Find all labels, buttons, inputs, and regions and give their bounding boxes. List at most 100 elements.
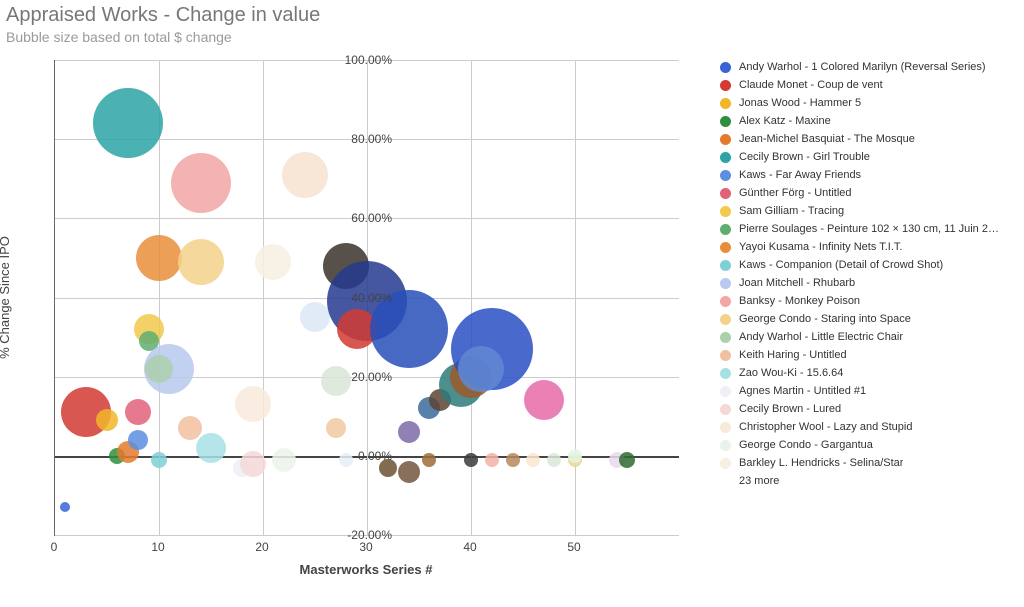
bubble[interactable] bbox=[326, 418, 346, 438]
legend-more[interactable]: 23 more bbox=[739, 476, 1016, 487]
legend: Andy Warhol - 1 Colored Marilyn (Reversa… bbox=[720, 62, 1016, 487]
bubble[interactable] bbox=[272, 448, 296, 472]
chart-subtitle: Bubble size based on total $ change bbox=[6, 29, 320, 45]
chart-page: Appraised Works - Change in value Bubble… bbox=[0, 0, 1024, 607]
legend-item[interactable]: Joan Mitchell - Rhubarb bbox=[720, 278, 1016, 289]
bubble[interactable] bbox=[458, 346, 504, 392]
legend-swatch bbox=[720, 242, 731, 253]
legend-swatch bbox=[720, 116, 731, 127]
legend-label: Andy Warhol - Little Electric Chair bbox=[739, 332, 903, 343]
legend-item[interactable]: Cecily Brown - Girl Trouble bbox=[720, 152, 1016, 163]
bubble[interactable] bbox=[178, 416, 202, 440]
legend-item[interactable]: Cecily Brown - Lured bbox=[720, 404, 1016, 415]
y-axis-label-wrap: % Change Since IPO bbox=[0, 60, 14, 535]
bubble[interactable] bbox=[145, 355, 173, 383]
legend-swatch bbox=[720, 404, 731, 415]
bubble[interactable] bbox=[422, 453, 436, 467]
legend-item[interactable]: Christopher Wool - Lazy and Stupid bbox=[720, 422, 1016, 433]
legend-label: George Condo - Staring into Space bbox=[739, 314, 911, 325]
legend-swatch bbox=[720, 62, 731, 73]
bubble[interactable] bbox=[93, 88, 163, 158]
legend-swatch bbox=[720, 350, 731, 361]
bubble[interactable] bbox=[568, 449, 582, 463]
legend-label: Claude Monet - Coup de vent bbox=[739, 80, 883, 91]
bubble[interactable] bbox=[255, 244, 291, 280]
bubble[interactable] bbox=[464, 453, 478, 467]
legend-label: Keith Haring - Untitled bbox=[739, 350, 847, 361]
legend-item[interactable]: Zao Wou-Ki - 15.6.64 bbox=[720, 368, 1016, 379]
legend-item[interactable]: George Condo - Gargantua bbox=[720, 440, 1016, 451]
legend-item[interactable]: Kaws - Companion (Detail of Crowd Shot) bbox=[720, 260, 1016, 271]
legend-item[interactable]: Agnes Martin - Untitled #1 bbox=[720, 386, 1016, 397]
legend-swatch bbox=[720, 134, 731, 145]
bubble[interactable] bbox=[506, 453, 520, 467]
legend-label: Pierre Soulages - Peinture 102 × 130 cm,… bbox=[739, 224, 999, 235]
bubble[interactable] bbox=[136, 235, 182, 281]
legend-item[interactable]: Alex Katz - Maxine bbox=[720, 116, 1016, 127]
y-tick-label: 20.00% bbox=[332, 370, 392, 384]
legend-swatch bbox=[720, 188, 731, 199]
legend-swatch bbox=[720, 332, 731, 343]
y-tick-label: 60.00% bbox=[332, 211, 392, 225]
legend-item[interactable]: Banksy - Monkey Poison bbox=[720, 296, 1016, 307]
legend-item[interactable]: Claude Monet - Coup de vent bbox=[720, 80, 1016, 91]
x-tick-label: 0 bbox=[51, 540, 58, 554]
legend-label: Kaws - Far Away Friends bbox=[739, 170, 861, 181]
legend-label: Cecily Brown - Girl Trouble bbox=[739, 152, 870, 163]
legend-swatch bbox=[720, 224, 731, 235]
legend-label: Banksy - Monkey Poison bbox=[739, 296, 860, 307]
bubble[interactable] bbox=[398, 421, 420, 443]
x-tick-label: 30 bbox=[359, 540, 372, 554]
bubble[interactable] bbox=[196, 433, 226, 463]
legend-item[interactable]: Günther Förg - Untitled bbox=[720, 188, 1016, 199]
x-tick-label: 10 bbox=[151, 540, 164, 554]
legend-swatch bbox=[720, 422, 731, 433]
legend-label: Christopher Wool - Lazy and Stupid bbox=[739, 422, 912, 433]
bubble[interactable] bbox=[619, 452, 635, 468]
bubble[interactable] bbox=[178, 239, 224, 285]
legend-swatch bbox=[720, 314, 731, 325]
legend-label: Sam Gilliam - Tracing bbox=[739, 206, 844, 217]
bubble[interactable] bbox=[151, 452, 167, 468]
bubble[interactable] bbox=[485, 453, 499, 467]
legend-label: Kaws - Companion (Detail of Crowd Shot) bbox=[739, 260, 943, 271]
legend-label: Joan Mitchell - Rhubarb bbox=[739, 278, 855, 289]
bubble[interactable] bbox=[125, 399, 151, 425]
bubble[interactable] bbox=[60, 502, 70, 512]
bubble[interactable] bbox=[300, 302, 330, 332]
legend-swatch bbox=[720, 152, 731, 163]
legend-item[interactable]: Yayoi Kusama - Infinity Nets T.I.T. bbox=[720, 242, 1016, 253]
bubble[interactable] bbox=[171, 153, 231, 213]
legend-swatch bbox=[720, 80, 731, 91]
x-tick-label: 50 bbox=[567, 540, 580, 554]
bubble[interactable] bbox=[240, 451, 266, 477]
legend-label: George Condo - Gargantua bbox=[739, 440, 873, 451]
legend-item[interactable]: Andy Warhol - 1 Colored Marilyn (Reversa… bbox=[720, 62, 1016, 73]
bubble[interactable] bbox=[235, 386, 271, 422]
legend-item[interactable]: Keith Haring - Untitled bbox=[720, 350, 1016, 361]
bubble[interactable] bbox=[96, 409, 118, 431]
x-tick-label: 20 bbox=[255, 540, 268, 554]
legend-item[interactable]: Jonas Wood - Hammer 5 bbox=[720, 98, 1016, 109]
legend-item[interactable]: George Condo - Staring into Space bbox=[720, 314, 1016, 325]
bubble[interactable] bbox=[524, 380, 564, 420]
legend-item[interactable]: Andy Warhol - Little Electric Chair bbox=[720, 332, 1016, 343]
legend-label: Cecily Brown - Lured bbox=[739, 404, 841, 415]
legend-swatch bbox=[720, 386, 731, 397]
bubble[interactable] bbox=[282, 152, 328, 198]
titles: Appraised Works - Change in value Bubble… bbox=[6, 4, 320, 45]
legend-label: Agnes Martin - Untitled #1 bbox=[739, 386, 866, 397]
legend-swatch bbox=[720, 440, 731, 451]
legend-label: Günther Förg - Untitled bbox=[739, 188, 852, 199]
bubble[interactable] bbox=[398, 461, 420, 483]
legend-item[interactable]: Pierre Soulages - Peinture 102 × 130 cm,… bbox=[720, 224, 1016, 235]
bubble[interactable] bbox=[547, 453, 561, 467]
legend-item[interactable]: Kaws - Far Away Friends bbox=[720, 170, 1016, 181]
legend-item[interactable]: Barkley L. Hendricks - Selina/Star bbox=[720, 458, 1016, 469]
bubble[interactable] bbox=[128, 430, 148, 450]
legend-item[interactable]: Sam Gilliam - Tracing bbox=[720, 206, 1016, 217]
legend-item[interactable]: Jean-Michel Basquiat - The Mosque bbox=[720, 134, 1016, 145]
x-axis-label: Masterworks Series # bbox=[54, 562, 678, 577]
legend-label: Andy Warhol - 1 Colored Marilyn (Reversa… bbox=[739, 62, 986, 73]
bubble[interactable] bbox=[526, 453, 540, 467]
